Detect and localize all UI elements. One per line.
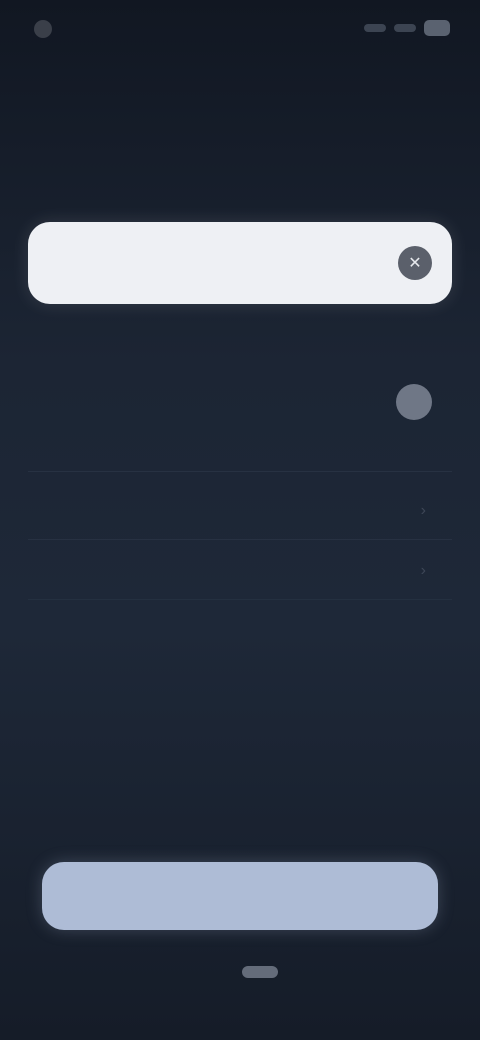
- list-item[interactable]: [28, 364, 452, 472]
- camera-dot-icon: [34, 20, 52, 38]
- toggle-icon[interactable]: [396, 384, 432, 420]
- status-right: [364, 20, 450, 36]
- list-item[interactable]: ›: [28, 480, 452, 540]
- primary-button[interactable]: [42, 862, 438, 930]
- status-left: [34, 18, 144, 40]
- search-box[interactable]: ✕: [28, 222, 452, 304]
- chevron-right-icon: ›: [420, 502, 426, 519]
- battery-icon: [424, 20, 450, 36]
- clear-icon[interactable]: ✕: [398, 246, 432, 280]
- search-input[interactable]: [58, 251, 398, 275]
- status-bar: [0, 0, 480, 60]
- signal-icon: [364, 24, 386, 32]
- wifi-icon: [394, 24, 416, 32]
- home-indicator[interactable]: [242, 966, 278, 978]
- list-item[interactable]: ›: [28, 540, 452, 600]
- chevron-right-icon: ›: [420, 562, 426, 579]
- app-screen: ✕ › ›: [0, 0, 480, 1040]
